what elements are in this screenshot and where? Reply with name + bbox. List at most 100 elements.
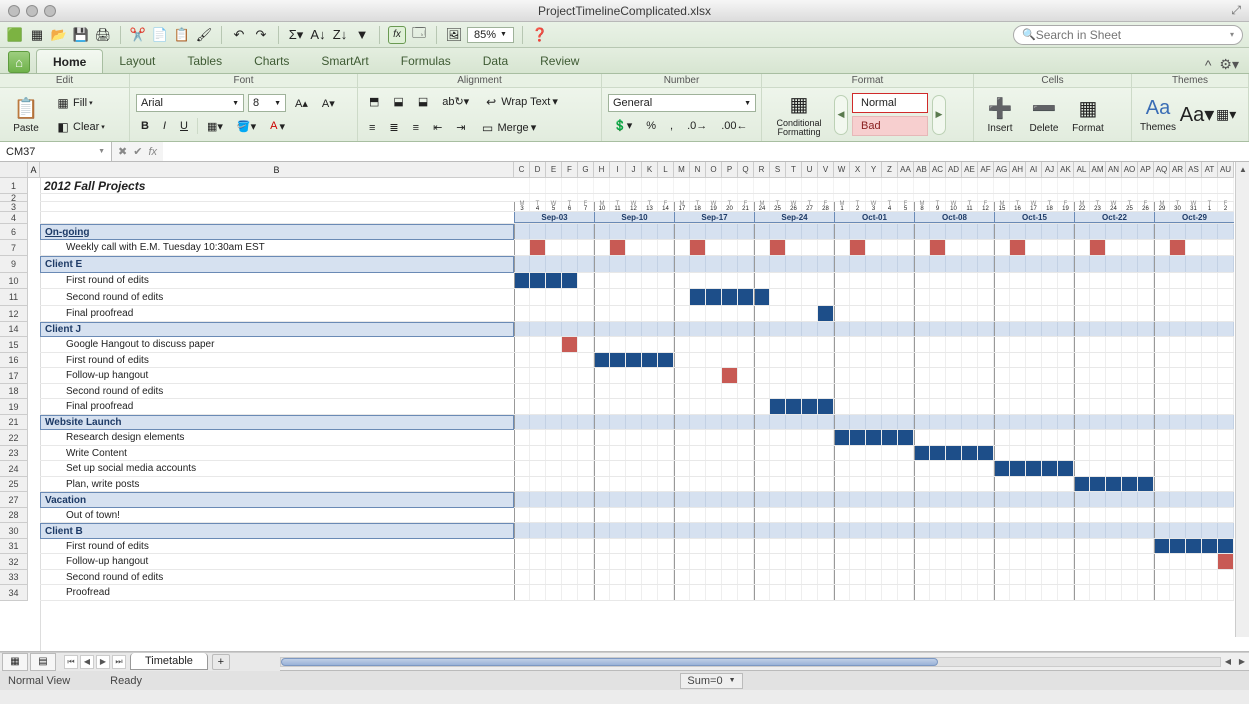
gantt-cell[interactable] (898, 224, 914, 239)
gantt-cell[interactable] (546, 554, 562, 569)
gantt-cell[interactable] (706, 399, 722, 414)
gantt-cell[interactable] (562, 353, 578, 367)
gantt-cell[interactable] (770, 539, 786, 553)
gantt-cell[interactable] (1074, 461, 1090, 476)
gantt-cell[interactable] (1218, 353, 1234, 367)
gantt-cell[interactable] (562, 224, 578, 239)
gantt-cell[interactable] (1218, 384, 1234, 398)
gantt-cell[interactable] (1042, 224, 1058, 239)
gantt-cell[interactable] (914, 256, 930, 272)
gantt-cell[interactable] (1106, 554, 1122, 569)
gantt-cell[interactable] (706, 353, 722, 367)
gantt-cell[interactable] (962, 430, 978, 445)
gantt-cell[interactable] (738, 384, 754, 398)
gantt-cell[interactable] (1090, 322, 1106, 336)
gantt-cell[interactable] (1058, 368, 1074, 383)
gantt-cell[interactable] (594, 539, 610, 553)
gantt-cell[interactable] (1058, 353, 1074, 367)
gantt-cell[interactable] (754, 337, 770, 352)
cell-B11[interactable]: Second round of edits (40, 289, 514, 306)
gantt-cell[interactable] (770, 368, 786, 383)
gantt-cell[interactable] (1106, 523, 1122, 538)
wrap-text-button[interactable]: ↩Wrap Text▾ (478, 91, 563, 113)
gantt-cell[interactable] (978, 240, 994, 255)
gantt-cell[interactable] (626, 508, 642, 522)
gantt-cell[interactable] (594, 384, 610, 398)
gantt-cell[interactable] (914, 554, 930, 569)
gantt-cell[interactable] (722, 492, 738, 507)
gantt-cell[interactable] (1218, 430, 1234, 445)
gantt-cell[interactable] (690, 477, 706, 491)
row-header-24[interactable]: 24 (0, 461, 28, 477)
gantt-cell[interactable] (866, 430, 882, 445)
gantt-cell[interactable] (530, 554, 546, 569)
gantt-cell[interactable] (1170, 353, 1186, 367)
gantt-cell[interactable] (1170, 306, 1186, 321)
gantt-cell[interactable] (578, 508, 594, 522)
gantt-cell[interactable] (866, 399, 882, 414)
gantt-cell[interactable] (946, 461, 962, 476)
gantt-cell[interactable] (706, 273, 722, 288)
gantt-cell[interactable] (770, 570, 786, 584)
percent-button[interactable]: % (641, 117, 661, 135)
gantt-cell[interactable] (754, 492, 770, 507)
gantt-cell[interactable] (626, 430, 642, 445)
gantt-cell[interactable] (642, 337, 658, 352)
gantt-cell[interactable] (674, 306, 690, 321)
gantt-cell[interactable] (962, 224, 978, 239)
gantt-cell[interactable] (818, 430, 834, 445)
gantt-cell[interactable] (962, 570, 978, 584)
gantt-cell[interactable] (770, 399, 786, 414)
gantt-cell[interactable] (1106, 477, 1122, 491)
gantt-cell[interactable] (994, 461, 1010, 476)
gantt-cell[interactable] (882, 554, 898, 569)
gantt-cell[interactable] (546, 430, 562, 445)
gantt-cell[interactable] (834, 585, 850, 600)
filter-icon[interactable]: ▼ (353, 26, 371, 44)
gantt-cell[interactable] (754, 256, 770, 272)
gantt-cell[interactable] (626, 224, 642, 239)
cell-B7[interactable]: Weekly call with E.M. Tuesday 10:30am ES… (40, 240, 514, 256)
gantt-cell[interactable] (786, 446, 802, 460)
delete-button[interactable]: ➖Delete (1024, 91, 1064, 139)
col-header-AK[interactable]: AK (1058, 162, 1074, 178)
gantt-cell[interactable] (738, 523, 754, 538)
italic-button[interactable]: I (158, 117, 171, 135)
col-header-AT[interactable]: AT (1202, 162, 1218, 178)
gantt-cell[interactable] (738, 240, 754, 255)
gantt-cell[interactable] (1154, 399, 1170, 414)
gantt-cell[interactable] (1138, 461, 1154, 476)
gantt-cell[interactable] (626, 523, 642, 538)
gantt-cell[interactable] (594, 353, 610, 367)
gantt-cell[interactable] (738, 508, 754, 522)
gantt-cell[interactable] (642, 415, 658, 429)
gantt-cell[interactable] (802, 240, 818, 255)
gantt-cell[interactable] (562, 399, 578, 414)
gantt-cell[interactable] (1122, 322, 1138, 336)
gantt-cell[interactable] (642, 461, 658, 476)
gantt-cell[interactable] (1218, 492, 1234, 507)
row-header-19[interactable]: 19 (0, 399, 28, 415)
gantt-cell[interactable] (1154, 492, 1170, 507)
gantt-cell[interactable] (898, 492, 914, 507)
gantt-cell[interactable] (754, 224, 770, 239)
gantt-cell[interactable] (994, 477, 1010, 491)
conditional-formatting-button[interactable]: ▦ Conditional Formatting (768, 91, 830, 139)
gantt-cell[interactable] (1154, 224, 1170, 239)
gantt-cell[interactable] (802, 446, 818, 460)
gantt-cell[interactable] (1042, 384, 1058, 398)
gantt-cell[interactable] (1042, 306, 1058, 321)
ribbon-home-icon[interactable]: ⌂ (8, 51, 30, 73)
cell-B3[interactable] (40, 202, 514, 212)
cell-B2[interactable] (40, 194, 514, 202)
gantt-cell[interactable] (642, 399, 658, 414)
gantt-cell[interactable] (1170, 539, 1186, 553)
gantt-cell[interactable] (578, 240, 594, 255)
gantt-cell[interactable] (866, 461, 882, 476)
gantt-cell[interactable] (514, 384, 530, 398)
gantt-cell[interactable] (994, 322, 1010, 336)
ribbon-tab-review[interactable]: Review (524, 49, 595, 73)
gantt-cell[interactable] (610, 539, 626, 553)
gantt-cell[interactable] (978, 256, 994, 272)
gantt-cell[interactable] (642, 430, 658, 445)
